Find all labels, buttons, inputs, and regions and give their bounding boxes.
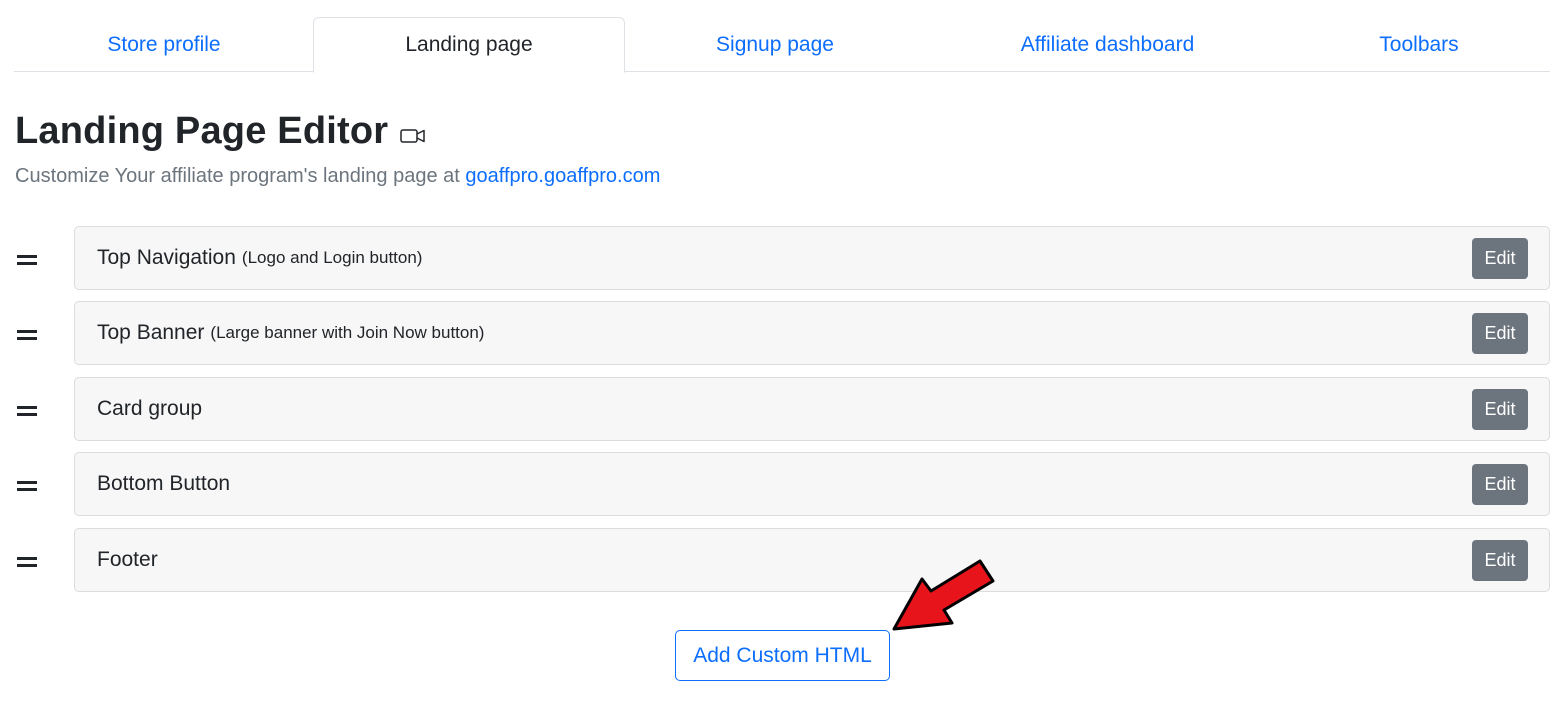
video-camera-icon[interactable] <box>400 127 426 145</box>
drag-handle-icon[interactable] <box>17 255 37 265</box>
edit-button[interactable]: Edit <box>1472 313 1528 354</box>
drag-handle-icon[interactable] <box>17 330 37 340</box>
section-card: Top Banner (Large banner with Join Now b… <box>74 301 1550 365</box>
section-label: Bottom Button <box>97 453 230 515</box>
page-header: Landing Page Editor <box>15 106 426 156</box>
page-subtitle: Customize Your affiliate program's landi… <box>15 165 660 188</box>
edit-button[interactable]: Edit <box>1472 540 1528 581</box>
section-card: Top Navigation (Logo and Login button) E… <box>74 226 1550 290</box>
section-card: Footer Edit <box>74 528 1550 592</box>
edit-button[interactable]: Edit <box>1472 464 1528 505</box>
section-label: Card group <box>97 378 202 440</box>
landing-page-link[interactable]: goaffpro.goaffpro.com <box>465 165 660 187</box>
section-card: Card group Edit <box>74 377 1550 441</box>
section-row-card-group: Card group Edit <box>0 377 1564 441</box>
section-row-top-navigation: Top Navigation (Logo and Login button) E… <box>0 226 1564 290</box>
tab-landing-page[interactable]: Landing page <box>313 17 625 73</box>
page-title: Landing Page Editor <box>15 109 389 152</box>
tab-store-profile[interactable]: Store profile <box>14 17 314 72</box>
drag-handle-icon[interactable] <box>17 557 37 567</box>
tab-label: Affiliate dashboard <box>1020 32 1195 56</box>
section-description: (Large banner with Join Now button) <box>210 323 485 342</box>
tab-label: Toolbars <box>1379 32 1459 56</box>
section-card: Bottom Button Edit <box>74 452 1550 516</box>
section-row-footer: Footer Edit <box>0 528 1564 592</box>
drag-handle-icon[interactable] <box>17 481 37 491</box>
section-row-top-banner: Top Banner (Large banner with Join Now b… <box>0 301 1564 365</box>
tab-label: Signup page <box>716 32 834 56</box>
section-name: Card group <box>97 397 203 420</box>
tab-affiliate-dashboard[interactable]: Affiliate dashboard <box>955 17 1260 72</box>
tab-bar: Store profile Landing page Signup page A… <box>14 17 1550 73</box>
section-name: Bottom Button <box>97 472 231 495</box>
section-label: Top Navigation (Logo and Login button) <box>97 227 422 289</box>
section-label: Footer <box>97 529 158 591</box>
edit-button[interactable]: Edit <box>1472 238 1528 279</box>
subtitle-text: Customize Your affiliate program's landi… <box>15 165 460 187</box>
tab-toolbars[interactable]: Toolbars <box>1269 17 1564 72</box>
red-arrow-icon <box>892 559 995 631</box>
tab-label: Store profile <box>107 32 221 56</box>
drag-handle-icon[interactable] <box>17 406 37 416</box>
section-name: Footer <box>97 548 158 571</box>
section-name: Top Navigation <box>97 246 236 269</box>
tab-label: Landing page <box>405 33 533 56</box>
add-custom-html-button[interactable]: Add Custom HTML <box>675 630 890 681</box>
tab-signup-page[interactable]: Signup page <box>625 17 925 72</box>
section-name: Top Banner <box>97 321 205 344</box>
section-row-bottom-button: Bottom Button Edit <box>0 452 1564 516</box>
section-description: (Logo and Login button) <box>241 248 423 267</box>
edit-button[interactable]: Edit <box>1472 389 1528 430</box>
section-label: Top Banner (Large banner with Join Now b… <box>97 302 484 364</box>
